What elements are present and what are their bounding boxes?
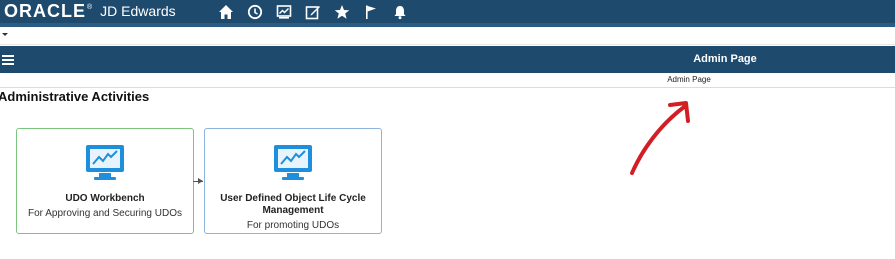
breadcrumb-divider (0, 87, 895, 88)
registered-mark: ® (87, 4, 93, 11)
oracle-jde-logo[interactable]: ORACLE ® JD Edwards (4, 0, 176, 23)
bell-icon[interactable] (390, 2, 410, 22)
monitor-chart-icon (274, 145, 312, 180)
section-title: Administrative Activities (0, 89, 150, 104)
connector-arrow-icon (198, 178, 203, 184)
tile-title: User Defined Object Life Cycle Managemen… (220, 193, 366, 216)
edit-icon[interactable] (303, 2, 323, 22)
caret-down-icon[interactable] (2, 33, 8, 36)
tile-subtitle: For Approving and Securing UDOs (28, 208, 182, 219)
menu-icon[interactable] (2, 55, 14, 65)
quick-bar (0, 27, 895, 45)
chart-icon[interactable] (274, 2, 294, 22)
monitor-chart-icon (86, 145, 124, 180)
tile-subtitle: For promoting UDOs (246, 220, 340, 231)
navigation-bar: Admin Page (0, 46, 895, 73)
home-icon[interactable] (216, 2, 236, 22)
top-bar: ORACLE ® JD Edwards (0, 0, 895, 23)
tile-title: UDO Workbench (65, 193, 145, 204)
breadcrumb[interactable]: Admin Page (640, 75, 738, 84)
flag-icon[interactable] (361, 2, 381, 22)
tile-udo-workbench[interactable]: UDO Workbench For Approving and Securing… (16, 128, 194, 234)
star-icon[interactable] (332, 2, 352, 22)
recent-icon[interactable] (245, 2, 265, 22)
oracle-logo-text: ORACLE (4, 1, 86, 21)
product-name: JD Edwards (100, 3, 176, 19)
page-title: Admin Page (693, 53, 757, 65)
top-icon-bar (216, 0, 419, 23)
tile-udo-lifecycle[interactable]: User Defined Object Life Cycle Managemen… (204, 128, 382, 234)
red-annotation-arrow-icon (630, 101, 690, 175)
